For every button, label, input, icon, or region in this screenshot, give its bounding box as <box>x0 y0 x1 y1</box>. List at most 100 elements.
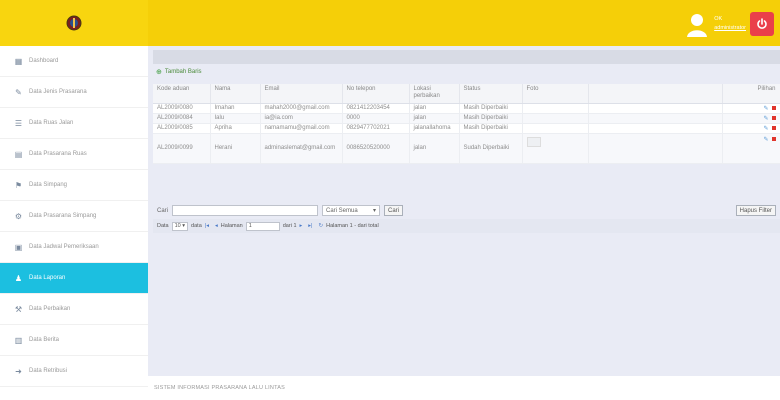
footer-text: SISTEM INFORMASI PRASARANA LALU LINTAS <box>154 385 285 391</box>
cell-actions: ✎ <box>722 123 780 134</box>
reset-filter-button[interactable]: Hapus Filter <box>735 205 776 216</box>
search-input[interactable] <box>172 205 319 216</box>
search-button[interactable]: Cari <box>384 205 404 216</box>
photo-thumbnail[interactable] <box>526 136 541 147</box>
cell-kode: AL2009/0099 <box>153 133 211 164</box>
sidebar-item-label: Data Simpang <box>29 182 68 188</box>
cell-empty <box>588 113 723 124</box>
sidebar-item-label: Data Prasarana Ruas <box>29 151 87 157</box>
calendar-icon: ▣ <box>14 242 23 252</box>
cell-email: mahah2000@gmail.com <box>260 103 343 114</box>
edit-icon[interactable]: ✎ <box>763 105 768 112</box>
per-page-value: 10 <box>174 223 181 229</box>
first-page-icon[interactable]: |◂ <box>205 223 209 229</box>
cell-nama: Imahan <box>210 103 261 114</box>
delete-icon[interactable] <box>771 137 776 141</box>
sidebar-item-laporan[interactable]: ♟ Data Laporan <box>0 263 148 294</box>
sidebar-item-label: Dashboard <box>29 58 59 64</box>
sidebar-item-ruas-jalan[interactable]: ☰ Data Ruas Jalan <box>0 108 148 139</box>
cell-foto <box>522 103 589 114</box>
edit-icon[interactable]: ✎ <box>763 125 768 132</box>
cell-nama: Ialu <box>210 113 261 124</box>
sidebar-item-jenis-prasarana[interactable]: ✎ Data Jenis Prasarana <box>0 77 148 108</box>
delete-icon[interactable] <box>771 116 776 120</box>
sidebar-item-retribusi[interactable]: ➜ Data Retribusi <box>0 356 148 387</box>
edit-icon[interactable]: ✎ <box>763 115 768 122</box>
per-page-select[interactable]: 10 ▾ <box>171 221 189 231</box>
cell-lokasi: jalan <box>409 133 460 164</box>
table-icon: ▤ <box>14 149 23 159</box>
user-role[interactable]: administrator <box>714 24 746 33</box>
chevron-down-icon: ▾ <box>373 208 377 214</box>
cell-email: adminaslemat@gmail.com <box>260 133 343 164</box>
search-scope-value: Cari Semua <box>326 207 358 214</box>
main-content: ⊕ Tambah Baris Kode aduan Nama Email No … <box>148 46 780 400</box>
user-name: OK <box>714 16 723 22</box>
column-header[interactable]: Nama <box>210 84 261 104</box>
grid-icon: ▦ <box>14 56 23 66</box>
logo[interactable] <box>0 0 148 46</box>
user-menu[interactable]: OK administrator <box>686 10 746 38</box>
last-page-icon[interactable]: ▸| <box>308 223 312 229</box>
column-header[interactable]: Lokasi perbaikan <box>409 84 460 104</box>
cell-foto <box>522 123 589 134</box>
sidebar-item-perbaikan[interactable]: ⚒ Data Perbaikan <box>0 294 148 325</box>
rows-label: data <box>191 223 202 229</box>
sidebar-item-dashboard[interactable]: ▦ Dashboard <box>0 46 148 77</box>
page-of-label: dari 1 <box>282 223 297 229</box>
cell-lokasi: jalan <box>409 113 460 124</box>
cell-empty <box>588 103 723 114</box>
sidebar-item-berita[interactable]: ▥ Data Berita <box>0 325 148 356</box>
sidebar-item-label: Data Perbaikan <box>29 306 71 312</box>
table-row[interactable]: AL2009/0080 Imahan mahah2000@gmail.com 0… <box>153 103 780 114</box>
column-header: Pilihan <box>722 84 780 104</box>
data-grid: Kode aduan Nama Email No telepon Lokasi … <box>153 84 780 164</box>
cell-empty <box>588 133 723 164</box>
next-page-icon[interactable]: ▸ <box>300 223 303 229</box>
page-label: Halaman <box>220 223 243 229</box>
cell-telp: 0000 <box>342 113 410 124</box>
prev-page-icon[interactable]: ◂ <box>215 223 218 229</box>
column-header[interactable]: No telepon <box>342 84 410 104</box>
cell-foto <box>522 133 589 164</box>
cell-telp: 0821412203454 <box>342 103 410 114</box>
column-header[interactable]: Status <box>459 84 523 104</box>
table-row[interactable]: AL2009/0085 Apriha namamamu@gmail.com 08… <box>153 123 780 134</box>
sidebar-item-prasarana-ruas[interactable]: ▤ Data Prasarana Ruas <box>0 139 148 170</box>
cell-telp: 0829477702021 <box>342 123 410 134</box>
sidebar-item-label: Data Prasarana Simpang <box>29 213 97 219</box>
avatar[interactable] <box>686 11 709 37</box>
column-header[interactable]: Email <box>260 84 343 104</box>
refresh-icon[interactable]: ↻ <box>318 223 323 229</box>
sidebar-item-simpang[interactable]: ⚑ Data Simpang <box>0 170 148 201</box>
search-scope-select[interactable]: Cari Semua ▾ <box>322 205 381 216</box>
cell-actions: ✎ <box>722 113 780 124</box>
add-row-link[interactable]: ⊕ Tambah Baris <box>156 68 202 76</box>
edit-icon[interactable]: ✎ <box>763 136 768 143</box>
top-bar: OK administrator <box>0 0 780 46</box>
cell-telp: 0086520520000 <box>342 133 410 164</box>
cell-kode: AL2009/0085 <box>153 123 211 134</box>
news-icon: ▥ <box>14 335 23 345</box>
cell-actions: ✎ <box>722 133 780 164</box>
sidebar-item-jadwal-pemeriksaan[interactable]: ▣ Data Jadwal Pemeriksaan <box>0 232 148 263</box>
add-row-label: Tambah Baris <box>164 69 202 75</box>
cell-lokasi: jalanallahoma <box>409 123 460 134</box>
page-info: Halaman 1 - dari total <box>326 223 379 229</box>
sidebar-item-prasarana-simpang[interactable]: ⚙ Data Prasarana Simpang <box>0 201 148 232</box>
table-row[interactable]: AL2009/0084 Ialu ia@ia.com 0000 jalan Ma… <box>153 113 780 124</box>
column-header[interactable]: Kode aduan <box>153 84 211 104</box>
cell-kode: AL2009/0084 <box>153 113 211 124</box>
cell-kode: AL2009/0080 <box>153 103 211 114</box>
logout-button[interactable] <box>750 12 774 36</box>
sidebar-item-label: Data Berita <box>29 337 60 343</box>
page-input[interactable]: 1 <box>245 221 280 231</box>
users-icon: ♟ <box>14 273 23 283</box>
sidebar-item-label: Data Ruas Jalan <box>29 120 74 126</box>
table-row[interactable]: AL2009/0099 Herani adminaslemat@gmail.co… <box>153 133 780 164</box>
delete-icon[interactable] <box>771 126 776 130</box>
search-label: Cari <box>157 207 169 214</box>
column-header[interactable]: Foto <box>522 84 589 104</box>
delete-icon[interactable] <box>771 106 776 110</box>
wrench-icon: ⚒ <box>14 304 23 314</box>
